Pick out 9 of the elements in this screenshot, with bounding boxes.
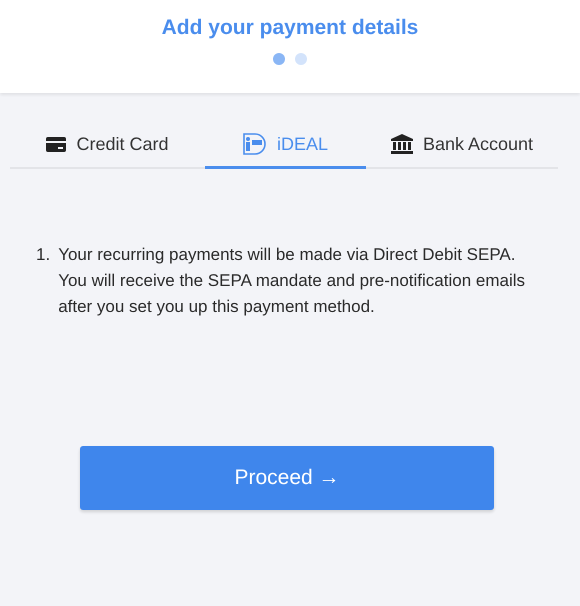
payment-tab[interactable]: Bank Account [366,133,558,169]
info-text: Your recurring payments will be made via Direct Debit SEPA. You will receive the SEPA mandate and pre-notification emails after you set you up this payment method. [58,244,526,318]
credit-card-icon [46,136,66,152]
list-number: 1. [36,244,50,266]
page-title: Add your payment details [162,16,418,40]
ideal-logo-icon [242,133,267,155]
proceed-button[interactable]: Proceed → [80,446,494,510]
bank-icon [390,134,413,154]
payment-tab[interactable]: Credit Card [10,133,205,169]
